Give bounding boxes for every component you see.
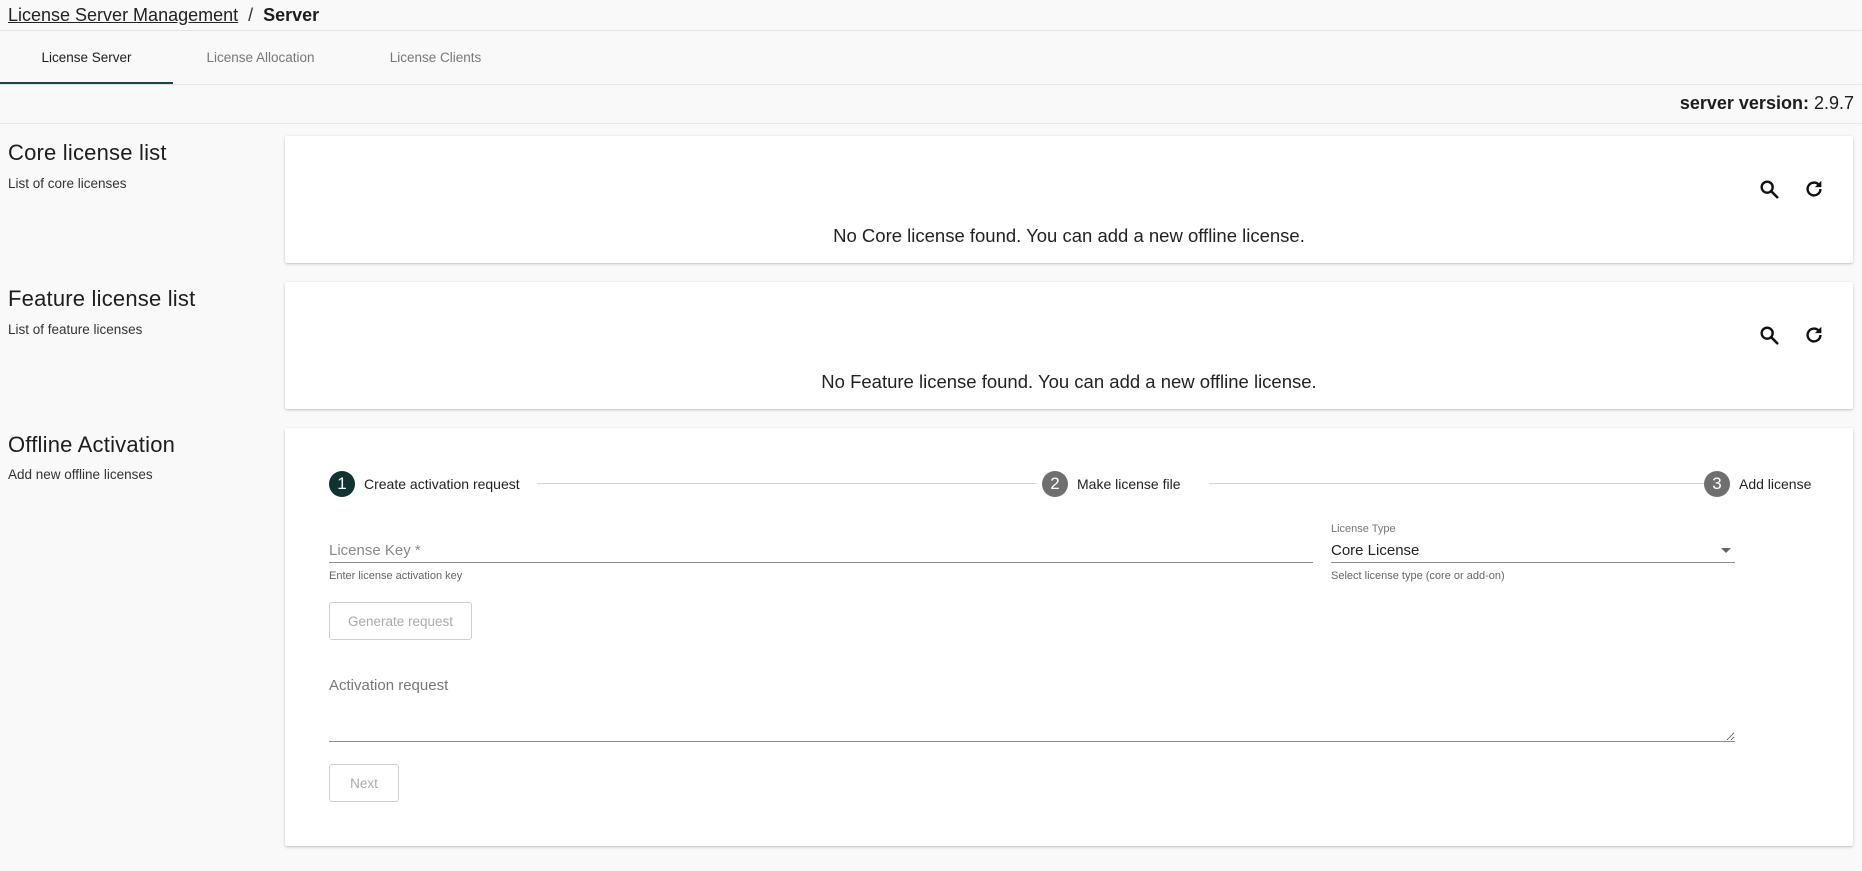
stepper-connector bbox=[537, 483, 1037, 484]
feature-empty-message: No Feature license found. You can add a … bbox=[821, 371, 1317, 392]
chevron-down-icon bbox=[1721, 548, 1731, 553]
tab-label: License Server bbox=[41, 50, 132, 65]
offline-activation-card: 1 Create activation request 2 Make licen… bbox=[285, 428, 1853, 846]
step-make-license-file[interactable]: 2 Make license file bbox=[1042, 470, 1181, 498]
step-create-activation-request[interactable]: 1 Create activation request bbox=[329, 470, 520, 498]
offline-section-title: Offline Activation bbox=[8, 432, 176, 457]
feature-license-card: No Feature license found. You can add a … bbox=[285, 282, 1853, 409]
step-label: Add license bbox=[1739, 476, 1812, 492]
core-search-button[interactable] bbox=[1755, 175, 1783, 203]
version-divider bbox=[0, 123, 1862, 124]
activation-stepper: 1 Create activation request 2 Make licen… bbox=[329, 470, 1811, 498]
offline-section-subtitle: Add new offline licenses bbox=[8, 467, 153, 482]
activation-request-textarea[interactable] bbox=[329, 702, 1735, 742]
stepper-connector bbox=[1209, 483, 1719, 484]
tabs-divider bbox=[0, 84, 1862, 85]
license-key-helper: Enter license activation key bbox=[329, 570, 463, 582]
core-section-title: Core license list bbox=[8, 140, 167, 165]
refresh-icon bbox=[1806, 326, 1822, 343]
next-button[interactable]: Next bbox=[329, 764, 399, 802]
breadcrumb-separator: / bbox=[248, 4, 254, 25]
feature-refresh-button[interactable] bbox=[1800, 321, 1828, 349]
tab-license-clients[interactable]: License Clients bbox=[348, 31, 523, 84]
breadcrumb: License Server Management / Server bbox=[8, 0, 319, 30]
feature-search-button[interactable] bbox=[1755, 321, 1783, 349]
tab-license-allocation[interactable]: License Allocation bbox=[173, 31, 348, 84]
server-version-label: server version: bbox=[1679, 93, 1809, 113]
license-type-label: License Type bbox=[1331, 523, 1396, 535]
core-refresh-button[interactable] bbox=[1800, 175, 1828, 203]
step-label: Make license file bbox=[1077, 476, 1181, 492]
step-add-license[interactable]: 3 Add license bbox=[1704, 470, 1811, 498]
breadcrumb-parent-link[interactable]: License Server Management bbox=[8, 5, 238, 26]
refresh-icon bbox=[1806, 180, 1822, 197]
activation-request-label: Activation request bbox=[329, 677, 449, 694]
tab-license-server[interactable]: License Server bbox=[0, 31, 173, 84]
search-icon bbox=[1760, 180, 1779, 199]
step-label: Create activation request bbox=[364, 476, 520, 492]
activation-request-field: Activation request bbox=[329, 677, 1735, 747]
generate-request-button[interactable]: Generate request bbox=[329, 602, 472, 640]
server-version-value: 2.9.7 bbox=[1813, 93, 1854, 113]
license-type-value: Core License bbox=[1331, 542, 1420, 559]
license-type-select[interactable]: Core License bbox=[1331, 539, 1735, 563]
core-license-card: No Core license found. You can add a new… bbox=[285, 136, 1853, 263]
license-type-field: License Type Core License Select license… bbox=[1331, 523, 1735, 582]
step-number: 2 bbox=[1042, 471, 1068, 497]
core-empty-message: No Core license found. You can add a new… bbox=[833, 225, 1305, 246]
license-key-input[interactable] bbox=[329, 539, 1313, 563]
license-key-field: Enter license activation key bbox=[329, 539, 1313, 582]
feature-section-subtitle: List of feature licenses bbox=[8, 322, 143, 337]
license-type-helper: Select license type (core or add-on) bbox=[1331, 570, 1505, 582]
step-number: 3 bbox=[1704, 471, 1730, 497]
tab-label: License Clients bbox=[389, 50, 482, 65]
step-number: 1 bbox=[329, 471, 355, 497]
breadcrumb-current: Server bbox=[263, 4, 320, 25]
search-icon bbox=[1760, 326, 1779, 345]
server-version: server version: 2.9.7 bbox=[1680, 93, 1854, 114]
feature-section-title: Feature license list bbox=[8, 286, 196, 311]
tab-bar: License Server License Allocation Licens… bbox=[0, 31, 523, 84]
core-section-subtitle: List of core licenses bbox=[8, 176, 127, 191]
tab-label: License Allocation bbox=[206, 50, 315, 65]
